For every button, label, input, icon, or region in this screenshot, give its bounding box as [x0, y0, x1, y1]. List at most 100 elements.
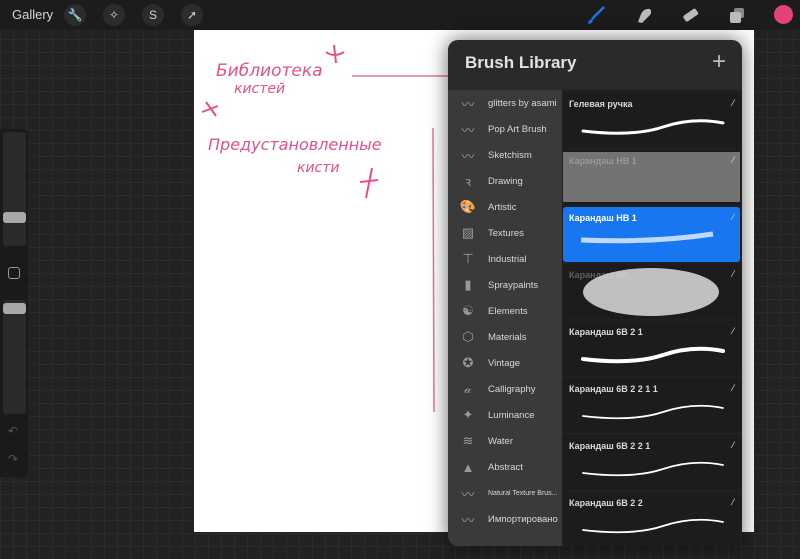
category-label: Natural Texture Brus...	[488, 489, 558, 497]
category-label: Drawing	[488, 175, 523, 187]
category-item[interactable]: ⊤ Industrial	[448, 246, 562, 272]
category-item[interactable]: ▨ Textures	[448, 220, 562, 246]
brush-item[interactable]: Карандаш 6В 2 2 ⁄	[563, 492, 740, 546]
category-item[interactable]: 〰 glitters by asami	[448, 90, 562, 116]
category-item[interactable]: ▲ Abstract	[448, 454, 562, 480]
category-item[interactable]: ꝛ Drawing	[448, 168, 562, 194]
stroke-icon: ⁄	[732, 440, 734, 450]
stroke-icon: 〰	[461, 512, 475, 528]
cube-icon: ⬡	[462, 329, 474, 344]
transform-arrow-icon[interactable]: ➚	[181, 4, 203, 26]
brush-name: Карандаш 6В	[569, 270, 628, 280]
category-item[interactable]: ▮ Spraypaints	[448, 272, 562, 298]
stroke-icon: ⁄	[732, 155, 734, 165]
brush-name: Гелевая ручка	[569, 99, 633, 109]
brush-name: Карандаш 6В 2 2	[569, 498, 643, 508]
category-item[interactable]: 〰 Импортировано	[448, 506, 562, 532]
panel-title: Brush Library	[465, 53, 577, 72]
category-label: Spraypaints	[488, 279, 539, 291]
redo-icon[interactable]: ↷	[8, 452, 18, 466]
waves-icon: ≋	[462, 433, 474, 448]
layers-icon[interactable]	[726, 5, 748, 25]
stroke-icon: 〰	[461, 148, 475, 164]
drawing-icon: ꝛ	[464, 174, 472, 189]
category-label: Materials	[488, 331, 527, 343]
brush-name: Карандаш 6В 2 2 1	[569, 441, 651, 451]
smudge-icon[interactable]	[633, 5, 655, 25]
brush-item[interactable]: Карандаш НВ 1 ⁄	[563, 207, 740, 262]
category-label: Textures	[488, 227, 524, 239]
category-item[interactable]: 𝒶 Calligraphy	[448, 376, 562, 402]
brush-name: Карандаш 6В 2 2 1 1	[569, 384, 658, 394]
textures-icon: ▨	[461, 225, 475, 240]
brush-item[interactable]: Карандаш 6В 2 1 ⁄	[563, 321, 740, 376]
eraser-icon[interactable]	[679, 5, 701, 25]
yin-yang-icon: ☯	[462, 303, 474, 318]
sparkle-icon: ✦	[462, 407, 474, 422]
category-item[interactable]: ☯ Elements	[448, 298, 562, 324]
brush-name: Карандаш НВ 1	[569, 156, 637, 166]
brush-size-slider[interactable]	[3, 132, 26, 246]
category-label: Sketchism	[488, 149, 532, 161]
note-text: Библиотека	[216, 61, 323, 81]
undo-icon[interactable]: ↶	[8, 424, 18, 438]
category-item[interactable]: ✪ Vintage	[448, 350, 562, 376]
modify-button[interactable]	[8, 267, 20, 279]
left-sidebar: ↶ ↷	[0, 129, 28, 477]
triangle-icon: ▲	[461, 459, 475, 475]
category-label: Industrial	[488, 253, 527, 265]
stroke-icon: 〰	[461, 486, 475, 502]
category-label: Artistic	[488, 201, 517, 213]
category-item[interactable]: 〰 Natural Texture Brus...	[448, 480, 562, 506]
category-item[interactable]: ≋ Water	[448, 428, 562, 454]
category-label: Water	[488, 435, 513, 447]
category-label: Calligraphy	[488, 383, 536, 395]
stroke-icon: ⁄	[732, 212, 734, 222]
brush-name: Карандаш 6В 2 1	[569, 327, 643, 337]
brush-list: Гелевая ручка ⁄ Карандаш НВ 1 ⁄ Карандаш НВ …	[562, 90, 742, 546]
category-item[interactable]: 〰 Sketchism	[448, 142, 562, 168]
stroke-icon: ⁄	[732, 98, 734, 108]
category-item[interactable]: 〰 Pop Art Brush	[448, 116, 562, 142]
category-list: 〰 glitters by asami 〰 Pop Art Brush 〰 Sketchi…	[448, 90, 562, 546]
add-brush-button[interactable]: +	[712, 48, 726, 76]
brush-icon[interactable]	[585, 5, 607, 25]
note-text: кистей	[234, 81, 285, 97]
category-label: Abstract	[488, 461, 523, 473]
category-label: Импортировано	[488, 513, 558, 525]
slider-thumb[interactable]	[3, 212, 26, 223]
category-label: Pop Art Brush	[488, 123, 547, 135]
color-picker-button[interactable]	[774, 5, 793, 24]
magic-wand-icon[interactable]: ✧	[103, 4, 125, 26]
category-item[interactable]: 🎨 Artistic	[448, 194, 562, 220]
brush-library-panel: Brush Library + 〰 glitters by asami 〰 Pop A…	[448, 40, 742, 546]
note-text: кисти	[297, 160, 340, 176]
top-toolbar: Gallery 🔧 ✧ S ➚	[0, 0, 800, 30]
palette-icon: 🎨	[459, 199, 477, 214]
anvil-icon: ⊤	[462, 251, 474, 266]
brush-item[interactable]: Карандаш 6В ⁄	[563, 264, 740, 319]
category-label: Luminance	[488, 409, 535, 421]
brush-item[interactable]: Карандаш 6В 2 2 1 1 ⁄	[563, 378, 740, 433]
brush-name: Карандаш НВ 1	[569, 213, 637, 223]
category-label: Vintage	[488, 357, 521, 369]
wrench-icon[interactable]: 🔧	[64, 4, 86, 26]
brush-item[interactable]: Карандаш 6В 2 2 1 ⁄	[563, 435, 740, 490]
stroke-icon: 〰	[461, 122, 475, 138]
category-item[interactable]: ✦ Luminance	[448, 402, 562, 428]
spray-can-icon: ▮	[464, 277, 472, 292]
stroke-icon: ⁄	[732, 497, 734, 507]
category-item[interactable]: ⬡ Materials	[448, 324, 562, 350]
stroke-icon: ⁄	[732, 269, 734, 279]
brush-item[interactable]: Гелевая ручка ⁄	[563, 93, 740, 148]
star-badge-icon: ✪	[462, 355, 474, 370]
gallery-button[interactable]: Gallery	[12, 7, 53, 22]
brush-item[interactable]: Карандаш НВ 1 ⁄	[563, 150, 740, 205]
note-text: Предустановленные	[208, 135, 382, 154]
selection-icon[interactable]: S	[142, 4, 164, 26]
category-label: Elements	[488, 305, 528, 317]
opacity-slider[interactable]	[3, 300, 26, 414]
calligraphy-icon: 𝒶	[464, 381, 472, 396]
stroke-icon: ⁄	[732, 326, 734, 336]
slider-thumb[interactable]	[3, 303, 26, 314]
